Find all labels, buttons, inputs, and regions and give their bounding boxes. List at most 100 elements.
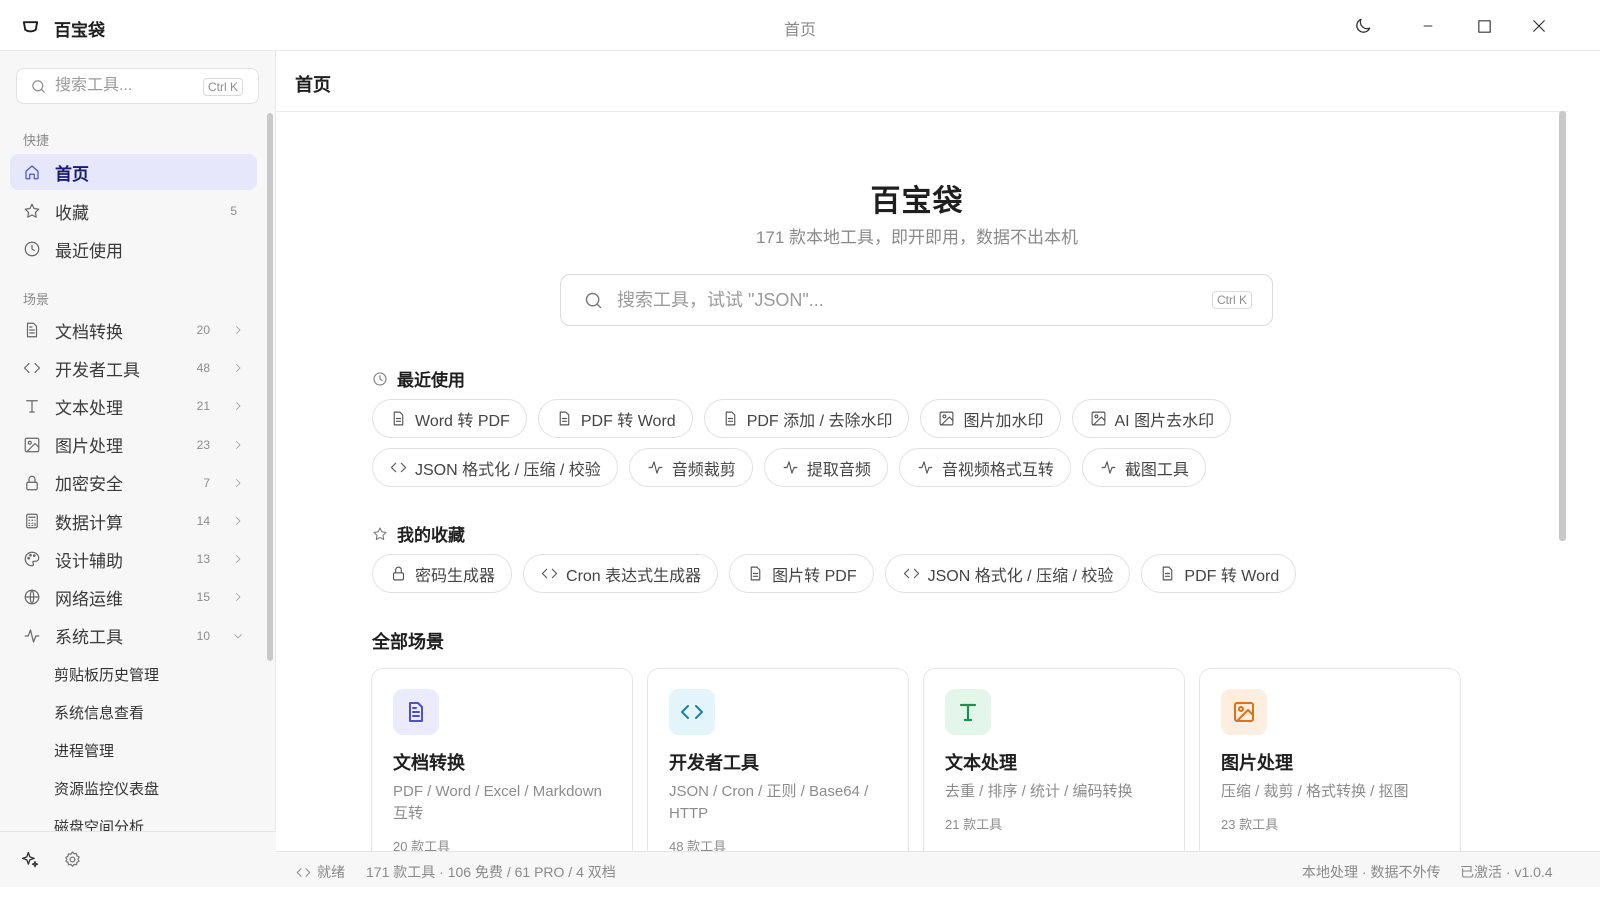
sub-item-clipboard-history[interactable]: 剪贴板历史管理 <box>10 655 257 693</box>
sidebar-item-design[interactable]: 设计辅助 13 <box>10 540 257 578</box>
chip-label: Cron 表达式生成器 <box>566 567 702 585</box>
theme-toggle-button[interactable] <box>1349 12 1377 40</box>
window-bottom-edge <box>0 887 1600 904</box>
image-icon <box>940 411 954 426</box>
system-tools-submenu: 剪贴板历史管理 系统信息查看 进程管理 资源监控仪表盘 磁盘空间分析 <box>10 655 257 846</box>
favorite-chips-row: 密码生成器 Cron 表达式生成器 图片转 PDF JSON 格式化 / 压缩 … <box>372 554 1307 593</box>
settings-button[interactable] <box>63 850 82 869</box>
favorite-chip[interactable]: 密码生成器 <box>372 554 513 593</box>
scene-card-image[interactable]: 图片处理 压缩 / 裁剪 / 格式转换 / 抠图 23 款工具 <box>1199 668 1461 868</box>
favorite-chip[interactable]: JSON 格式化 / 压缩 / 校验 <box>884 554 1131 593</box>
chip-label: Word 转 PDF <box>415 412 510 430</box>
count-badge: 7 <box>203 475 210 490</box>
main-scrollbar[interactable] <box>1559 111 1566 541</box>
scene-cards: 文档转换 PDF / Word / Excel / Markdown 互转 20… <box>371 668 1461 868</box>
sidebar-item-calculation[interactable]: 数据计算 14 <box>10 502 257 540</box>
scene-card-developer[interactable]: 开发者工具 JSON / Cron / 正则 / Base64 / HTTP 4… <box>647 668 909 868</box>
chip-label: 图片加水印 <box>963 412 1044 430</box>
status-local-processing: 本地处理 · 数据不外传 <box>1302 864 1441 880</box>
sidebar-item-security[interactable]: 加密安全 7 <box>10 464 257 502</box>
chevron-right-icon <box>236 478 241 487</box>
section-label-scenes: 场景 <box>23 292 50 307</box>
chevron-right-icon <box>236 326 241 334</box>
palette-icon <box>24 551 40 567</box>
scene-card-text[interactable]: 文本处理 去重 / 排序 / 统计 / 编码转换 21 款工具 <box>923 668 1185 868</box>
close-icon <box>1533 20 1545 32</box>
sidebar-search-box[interactable]: Ctrl K <box>16 68 259 104</box>
status-bar: 就绪 171 款工具 · 106 免费 / 61 PRO / 4 双档 本地处理… <box>276 851 1600 887</box>
sidebar-item-label: 文本处理 <box>55 398 123 418</box>
chip-label: 提取音频 <box>806 461 871 479</box>
recent-chip[interactable]: PDF 转 Word <box>537 399 693 438</box>
chip-label: AI 图片去水印 <box>1114 412 1215 430</box>
card-desc-text: 压缩 / 裁剪 / 格式转换 / 抠图 <box>1221 783 1409 800</box>
activity-icon <box>918 461 933 474</box>
code-icon <box>903 568 919 579</box>
recent-chip[interactable]: 图片加水印 <box>920 399 1061 438</box>
sidebar-item-image[interactable]: 图片处理 23 <box>10 426 257 464</box>
sidebar-item-favorites[interactable]: 收藏 5 <box>10 192 257 230</box>
favorite-chip[interactable]: Cron 表达式生成器 <box>523 554 719 593</box>
card-title: 文本处理 <box>945 753 1017 773</box>
sidebar-item-network[interactable]: 网络运维 15 <box>10 578 257 616</box>
hero-subtitle: 171 款本地工具，即开即用，数据不出本机 <box>755 228 1079 247</box>
main-search-box[interactable]: Ctrl K <box>560 274 1273 326</box>
scene-card-document[interactable]: 文档转换 PDF / Word / Excel / Markdown 互转 20… <box>371 668 633 868</box>
activity-icon <box>648 461 663 474</box>
sidebar-item-home[interactable]: 首页 <box>10 154 257 190</box>
card-description: 去重 / 排序 / 统计 / 编码转换 21 款工具 <box>945 781 1167 836</box>
document-icon <box>725 411 736 426</box>
main-search-input[interactable] <box>617 288 1177 312</box>
search-icon <box>585 292 602 309</box>
sub-item-resource-monitor[interactable]: 资源监控仪表盘 <box>10 770 257 808</box>
document-icon <box>26 322 38 338</box>
close-button[interactable] <box>1525 12 1553 40</box>
sidebar-item-system[interactable]: 系统工具 10 <box>10 617 257 655</box>
count-badge: 20 <box>196 323 210 338</box>
recent-chip[interactable]: 提取音频 <box>763 448 888 487</box>
chevron-right-icon <box>236 364 241 373</box>
maximize-button[interactable] <box>1470 12 1498 40</box>
recent-chip[interactable]: 音频裁剪 <box>628 448 753 487</box>
sidebar-item-document[interactable]: 文档转换 20 <box>10 311 257 349</box>
recent-chip[interactable]: PDF 添加 / 去除水印 <box>703 399 910 438</box>
sidebar-item-label: 设计辅助 <box>55 551 123 571</box>
document-icon <box>559 411 570 426</box>
favorite-chip[interactable]: PDF 转 Word <box>1141 554 1297 593</box>
chip-label: 图片转 PDF <box>772 567 857 585</box>
app-name: 百宝袋 <box>54 21 105 40</box>
sidebar-item-label: 收藏 <box>55 203 89 223</box>
sub-item-system-info[interactable]: 系统信息查看 <box>10 693 257 731</box>
sidebar-item-developer[interactable]: 开发者工具 48 <box>10 349 257 387</box>
document-icon <box>1163 566 1173 581</box>
moon-icon <box>1356 18 1371 33</box>
sidebar-item-label: 图片处理 <box>55 437 123 457</box>
card-icon-badge <box>1221 689 1267 735</box>
recent-chip[interactable]: 截图工具 <box>1081 448 1206 487</box>
shortcut-hint: Ctrl K <box>1212 291 1252 309</box>
sidebar-item-recent[interactable]: 最近使用 <box>10 230 257 268</box>
sidebar-item-label: 首页 <box>55 164 89 184</box>
minimize-button[interactable] <box>1414 12 1442 40</box>
sidebar-search-input[interactable] <box>55 75 205 97</box>
card-title: 文档转换 <box>393 753 465 773</box>
chevron-right-icon <box>236 440 241 449</box>
favorite-chip[interactable]: 图片转 PDF <box>729 554 874 593</box>
chevron-right-icon <box>236 402 241 411</box>
chip-label: PDF 转 Word <box>1184 567 1280 585</box>
recent-chip[interactable]: 音视频格式互转 <box>898 448 1071 487</box>
sidebar-scrollbar[interactable] <box>267 113 273 661</box>
ai-assistant-button[interactable] <box>20 850 40 870</box>
star-icon <box>373 526 387 540</box>
recent-chip[interactable]: AI 图片去水印 <box>1071 399 1232 438</box>
chip-label: 音频裁剪 <box>671 461 736 479</box>
count-badge: 48 <box>196 361 210 376</box>
recent-section-header: 最近使用 <box>372 366 465 391</box>
sidebar-item-text[interactable]: 文本处理 21 <box>10 387 257 425</box>
text-icon <box>959 703 977 722</box>
recent-chip[interactable]: Word 转 PDF <box>372 399 527 438</box>
recent-chip[interactable]: JSON 格式化 / 压缩 / 校验 <box>372 448 618 487</box>
card-description: 压缩 / 裁剪 / 格式转换 / 抠图 23 款工具 <box>1221 781 1443 836</box>
sub-item-process-manager[interactable]: 进程管理 <box>10 731 257 769</box>
card-icon-badge <box>393 689 439 735</box>
